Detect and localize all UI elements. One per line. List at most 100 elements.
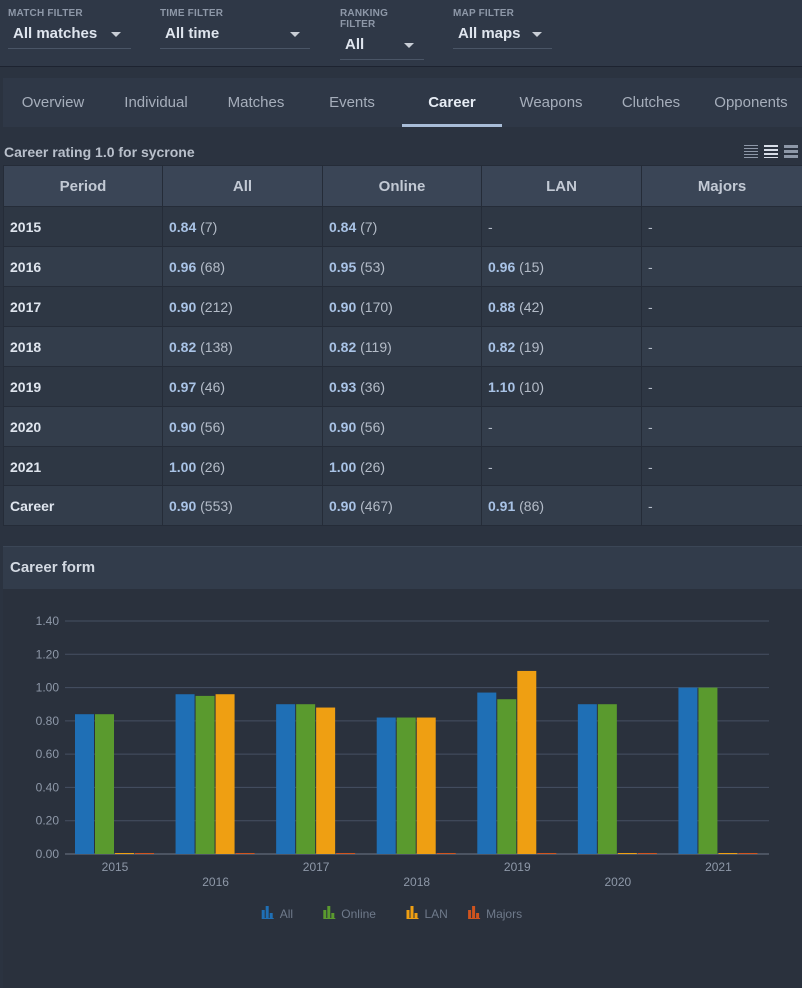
tab-opponents[interactable]: Opponents — [705, 78, 797, 127]
table-header-row: Period All Online LAN Majors — [4, 166, 802, 207]
legend-item-all[interactable]: All — [262, 906, 293, 921]
tab-weapons[interactable]: Weapons — [506, 78, 596, 127]
career-table: Period All Online LAN Majors 2015 0.84 (… — [3, 165, 802, 487]
y-tick-label: 0.20 — [36, 814, 60, 828]
match-filter-select[interactable]: All matches — [8, 25, 131, 49]
rating-value: 1.00 — [329, 459, 356, 475]
header-lan: LAN — [482, 166, 642, 207]
bar-chart-icon — [323, 918, 335, 919]
maps-count: (170) — [360, 299, 393, 315]
match-filter-value: All matches — [13, 25, 97, 42]
header-online: Online — [323, 166, 482, 207]
ranking-filter[interactable]: RANKING FILTER All — [340, 8, 424, 60]
tab-events[interactable]: Events — [307, 78, 397, 127]
rating-value: 0.90 — [329, 419, 356, 435]
maps-count: (26) — [360, 459, 385, 475]
chevron-down-icon — [404, 43, 414, 48]
table-row: 2018 0.82 (138) 0.82 (119) 0.82 (19) - — [4, 327, 802, 367]
x-tick-label: 2017 — [303, 860, 330, 874]
bar-chart-icon — [266, 906, 269, 918]
majors-cell: - — [642, 407, 802, 447]
legend-label: All — [280, 907, 293, 921]
bar-chart-icon — [407, 918, 419, 919]
lan-cell: 0.91 (86) — [482, 486, 642, 526]
career-total-table: Career 0.90 (553) 0.90 (467) 0.91 (86) - — [3, 485, 802, 526]
lan-cell: 0.88 (42) — [482, 287, 642, 327]
header-majors: Majors — [642, 166, 802, 207]
time-filter[interactable]: TIME FILTER All time — [160, 8, 310, 49]
lan-cell: - — [482, 407, 642, 447]
maps-count: (212) — [200, 299, 233, 315]
table-row: 2016 0.96 (68) 0.95 (53) 0.96 (15) - — [4, 247, 802, 287]
legend-item-majors[interactable]: Majors — [468, 906, 522, 921]
period-cell: 2019 — [4, 367, 163, 407]
majors-cell: - — [642, 287, 802, 327]
tab-individual[interactable]: Individual — [107, 78, 205, 127]
rating-value: - — [648, 219, 653, 235]
bar-majors-2020 — [638, 853, 657, 854]
x-tick-label: 2015 — [102, 860, 129, 874]
rating-value: 0.90 — [329, 498, 356, 514]
list-medium-icon[interactable] — [764, 144, 778, 158]
map-filter-label: MAP FILTER — [453, 8, 552, 19]
bar-all-2017 — [276, 704, 295, 854]
majors-cell: - — [642, 207, 802, 247]
tab-matches[interactable]: Matches — [211, 78, 301, 127]
ranking-filter-label: RANKING FILTER — [340, 8, 424, 30]
lan-cell: 0.96 (15) — [482, 247, 642, 287]
rating-value: 1.10 — [488, 379, 515, 395]
ranking-filter-select[interactable]: All — [340, 36, 424, 60]
rating-value: - — [648, 419, 653, 435]
y-tick-label: 1.20 — [36, 647, 60, 661]
legend-item-online[interactable]: Online — [323, 906, 376, 921]
rating-value: 0.93 — [329, 379, 356, 395]
bar-chart-icon — [415, 913, 418, 918]
map-filter-select[interactable]: All maps — [453, 25, 552, 49]
table-row: 2020 0.90 (56) 0.90 (56) - - — [4, 407, 802, 447]
career-rating-title: Career rating 1.0 for sycrone — [4, 144, 195, 160]
career-total-row: Career 0.90 (553) 0.90 (467) 0.91 (86) - — [4, 486, 802, 526]
bar-majors-2016 — [236, 853, 255, 854]
rating-value: 0.90 — [169, 498, 196, 514]
all-cell: 1.00 (26) — [163, 447, 323, 487]
chevron-down-icon — [532, 32, 542, 37]
bar-lan-2016 — [216, 694, 235, 854]
bar-chart-icon — [323, 910, 326, 918]
tab-career[interactable]: Career — [402, 78, 502, 127]
chevron-down-icon — [111, 32, 121, 37]
rating-value: 0.96 — [488, 259, 515, 275]
tab-clutches[interactable]: Clutches — [606, 78, 696, 127]
bar-majors-2015 — [135, 853, 154, 854]
rating-value: 0.88 — [488, 299, 515, 315]
maps-count: (68) — [200, 259, 225, 275]
x-tick-label: 2019 — [504, 860, 531, 874]
match-filter[interactable]: MATCH FILTER All matches — [8, 8, 131, 49]
online-cell: 0.95 (53) — [323, 247, 482, 287]
header-period: Period — [4, 166, 163, 207]
maps-count: (138) — [200, 339, 233, 355]
bar-majors-2018 — [437, 853, 456, 854]
map-filter-value: All maps — [458, 25, 521, 42]
legend-item-lan[interactable]: LAN — [407, 906, 448, 921]
rating-value: - — [648, 498, 653, 514]
maps-count: (86) — [519, 498, 544, 514]
rating-value: 0.82 — [329, 339, 356, 355]
period-cell: 2016 — [4, 247, 163, 287]
map-filter[interactable]: MAP FILTER All maps — [453, 8, 552, 49]
maps-count: (36) — [360, 379, 385, 395]
list-compact-icon[interactable] — [744, 144, 758, 158]
rating-value: 0.97 — [169, 379, 196, 395]
rating-value: - — [648, 379, 653, 395]
filter-bar: MATCH FILTER All matches TIME FILTER All… — [0, 0, 802, 67]
period-cell: 2018 — [4, 327, 163, 367]
tab-overview[interactable]: Overview — [8, 78, 98, 127]
bar-chart-icon — [262, 918, 274, 919]
online-cell: 0.84 (7) — [323, 207, 482, 247]
maps-count: (10) — [519, 379, 544, 395]
bar-lan-2020 — [618, 853, 637, 854]
bar-lan-2018 — [417, 718, 436, 854]
table-row: 2021 1.00 (26) 1.00 (26) - - — [4, 447, 802, 487]
list-wide-icon[interactable] — [784, 144, 798, 158]
time-filter-select[interactable]: All time — [160, 25, 310, 49]
majors-cell: - — [642, 327, 802, 367]
